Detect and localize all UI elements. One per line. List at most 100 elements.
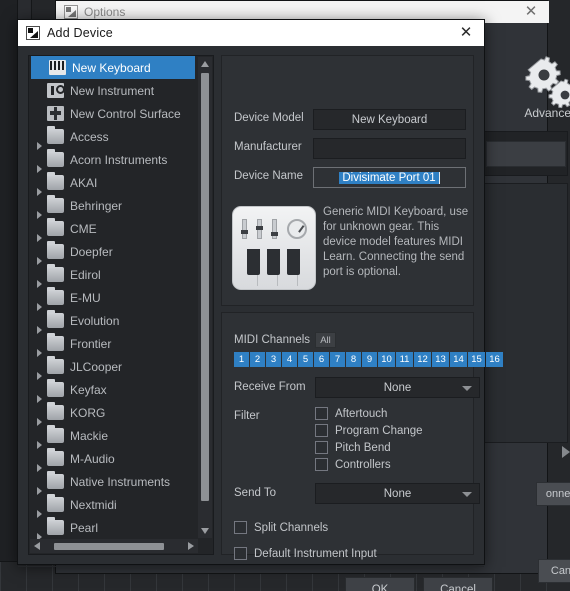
midi-channel-10[interactable]: 10 [378, 352, 395, 367]
default-instrument-input-checkbox[interactable]: Default Instrument Input [234, 547, 377, 560]
tree-item-new-keyboard[interactable]: New Keyboard [31, 56, 195, 79]
device-model-label: Device Model [234, 112, 304, 124]
all-channels-button[interactable]: All [315, 332, 336, 348]
tree-item-label: Access [70, 129, 109, 144]
device-name-label: Device Name [234, 170, 304, 182]
midi-channel-5[interactable]: 5 [298, 352, 313, 367]
device-description: Generic MIDI Keyboard, use for unknown g… [323, 206, 469, 278]
midi-channel-12[interactable]: 12 [414, 352, 431, 367]
midi-channel-3[interactable]: 3 [266, 352, 281, 367]
midi-channel-11[interactable]: 11 [396, 352, 413, 367]
tree-item-keyfax[interactable]: Keyfax [29, 378, 199, 403]
checkbox-box[interactable] [315, 441, 328, 454]
scroll-left-icon[interactable] [34, 542, 40, 550]
tree-item-native-instruments[interactable]: Native Instruments [29, 470, 199, 495]
device-tree[interactable]: New Keyboard New Instrument New Control Su… [29, 56, 199, 539]
tree-item-akai[interactable]: AKAI [29, 171, 199, 196]
checkbox-box[interactable] [234, 547, 247, 560]
tree-item-doepfer[interactable]: Doepfer [29, 240, 199, 265]
tree-item-e-mu[interactable]: E-MU [29, 286, 199, 311]
tree-item-korg[interactable]: KORG [29, 401, 199, 426]
split-channels-label: Split Channels [254, 521, 329, 534]
options-cancel-button[interactable]: Cancel [538, 559, 570, 583]
folder-icon [47, 172, 64, 190]
filter-checkbox-aftertouch[interactable]: Aftertouch [315, 407, 387, 420]
cancel-button[interactable]: Cancel [423, 577, 493, 591]
tree-item-jlcooper[interactable]: JLCooper [29, 355, 199, 380]
device-name-input[interactable]: Divisimate Port 01 [313, 167, 466, 188]
arrow-right-icon[interactable] [562, 446, 570, 458]
screen-root: Options ✕ Advanced onnect... [0, 0, 570, 591]
midi-channel-13[interactable]: 13 [432, 352, 449, 367]
advanced-tab-label[interactable]: Advanced [511, 106, 570, 120]
tree-item-label: Edirol [70, 267, 101, 282]
checkbox-box[interactable] [315, 458, 328, 471]
tree-item-evolution[interactable]: Evolution [29, 309, 199, 334]
connect-button[interactable]: onnect... [536, 482, 570, 506]
receive-from-value: None [383, 381, 412, 394]
midi-channel-7[interactable]: 7 [330, 352, 345, 367]
filter-checkbox-controllers[interactable]: Controllers [315, 458, 391, 471]
tree-item-edirol[interactable]: Edirol [29, 263, 199, 288]
app-icon [64, 5, 78, 19]
timeline-tick [0, 562, 1, 591]
ok-button[interactable]: OK [345, 577, 415, 591]
vertical-scrollbar-thumb[interactable] [201, 73, 209, 501]
scroll-down-icon[interactable] [201, 528, 209, 534]
midi-channel-2[interactable]: 2 [250, 352, 265, 367]
options-window-title: Options [84, 5, 126, 19]
midi-channel-16[interactable]: 16 [486, 352, 503, 367]
device-model-value: New Keyboard [313, 109, 466, 130]
checkbox-box[interactable] [315, 407, 328, 420]
tree-item-frontier[interactable]: Frontier [29, 332, 199, 357]
tree-item-behringer[interactable]: Behringer [29, 194, 199, 219]
midi-channel-15[interactable]: 15 [468, 352, 485, 367]
tree-item-mackie[interactable]: Mackie [29, 424, 199, 449]
midi-channel-1[interactable]: 1 [234, 352, 249, 367]
midi-channel-6[interactable]: 6 [314, 352, 329, 367]
midi-channel-14[interactable]: 14 [450, 352, 467, 367]
tree-item-new-control-surface[interactable]: New Control Surface [29, 102, 199, 125]
filter-checkbox-pitch-bend[interactable]: Pitch Bend [315, 441, 391, 454]
midi-channel-4[interactable]: 4 [282, 352, 297, 367]
close-icon[interactable]: ✕ [457, 24, 475, 42]
default-instrument-input-label: Default Instrument Input [254, 547, 377, 560]
receive-from-row: Receive From [234, 381, 306, 393]
close-icon[interactable]: ✕ [523, 4, 539, 20]
receive-from-select[interactable]: None [315, 377, 480, 398]
tree-item-pearl[interactable]: Pearl [29, 516, 199, 539]
horizontal-scrollbar-thumb[interactable] [54, 543, 164, 550]
receive-from-label: Receive From [234, 381, 306, 393]
tree-horizontal-scrollbar[interactable] [30, 539, 198, 553]
instrument-icon [47, 83, 65, 98]
tree-item-access[interactable]: Access [29, 125, 199, 150]
filter-checkbox-program-change[interactable]: Program Change [315, 424, 423, 437]
checkbox-box[interactable] [234, 521, 247, 534]
filter-label-text: Pitch Bend [335, 441, 391, 454]
tree-item-new-instrument[interactable]: New Instrument [29, 79, 199, 102]
checkbox-box[interactable] [315, 424, 328, 437]
midi-channel-buttons[interactable]: 1 2 3 4 5 6 7 8 9 10 11 12 13 14 15 16 [234, 352, 503, 367]
keyboard-icon [49, 60, 66, 75]
tree-item-cme[interactable]: CME [29, 217, 199, 242]
folder-icon [47, 287, 64, 305]
options-inner-field[interactable] [486, 141, 566, 167]
tree-item-m-audio[interactable]: M-Audio [29, 447, 199, 472]
tree-item-label: New Control Surface [70, 106, 181, 121]
scroll-up-icon[interactable] [201, 61, 209, 67]
split-channels-checkbox[interactable]: Split Channels [234, 521, 328, 534]
midi-channel-8[interactable]: 8 [346, 352, 361, 367]
scroll-right-icon[interactable] [188, 542, 194, 550]
tree-item-label: New Keyboard [72, 60, 151, 75]
send-to-select[interactable]: None [315, 483, 480, 504]
filter-label-text: Program Change [335, 424, 423, 437]
tree-vertical-scrollbar[interactable] [198, 57, 212, 538]
folder-icon [47, 448, 64, 466]
midi-channel-9[interactable]: 9 [362, 352, 377, 367]
tree-item-acorn-instruments[interactable]: Acorn Instruments [29, 148, 199, 173]
device-name-row: Device Name [234, 170, 303, 182]
tree-item-nextmidi[interactable]: Nextmidi [29, 493, 199, 518]
tree-item-label: Native Instruments [70, 474, 171, 489]
app-icon [26, 26, 40, 40]
device-name-value[interactable]: Divisimate Port 01 [339, 171, 440, 184]
